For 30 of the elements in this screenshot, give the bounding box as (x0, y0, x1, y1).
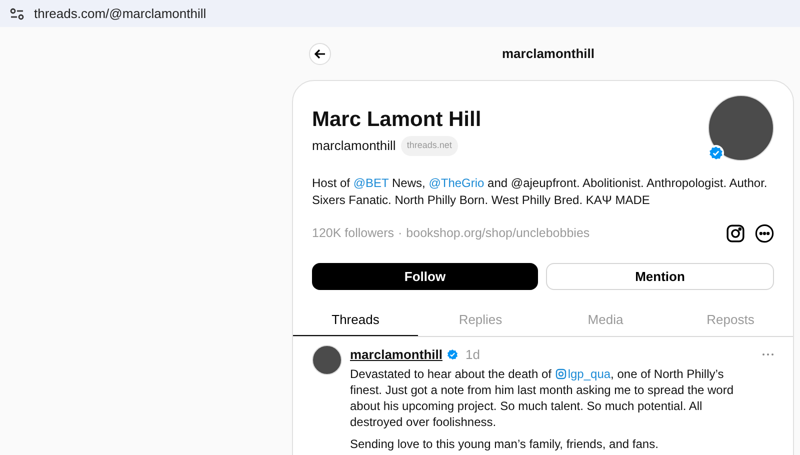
back-arrow-icon (314, 48, 326, 60)
separator-dot: · (398, 225, 402, 242)
mention-link[interactable]: lgp_qua (554, 366, 611, 382)
page-title: marclamonthill (502, 44, 594, 63)
follow-button[interactable]: Follow (312, 263, 538, 290)
more-options-icon[interactable] (755, 224, 774, 243)
avatar-placeholder (312, 345, 342, 375)
address-bar[interactable]: threads.com/@marclamonthill (0, 0, 800, 27)
profile-tab[interactable]: Reposts (668, 304, 793, 336)
followers-count[interactable]: 120K followers (312, 224, 394, 243)
profile-name: Marc Lamont Hill (312, 107, 482, 133)
mention-link[interactable]: @BET (353, 176, 389, 190)
post-text: Sending love to this young man’s family, friends, and fans. (350, 436, 660, 452)
profile-tab[interactable]: Replies (418, 304, 543, 336)
profile-link[interactable]: bookshop.org/shop/unclebobbies (406, 224, 590, 243)
instagram-icon (554, 368, 567, 380)
mention-link[interactable]: @TheGrio (428, 176, 484, 190)
site-settings-icon[interactable] (10, 8, 24, 20)
profile-bio: Host of @BET News, @TheGrio and @ajeupfront. Abolitionist. Anthropologist. Author. Sixers Fanatic. North Philly Born. West Philly Bred. ΚΑΨ MADE (312, 175, 768, 209)
post-username[interactable]: marclamonthill (350, 345, 442, 364)
profile-tab[interactable]: Media (543, 304, 668, 336)
back-button[interactable] (309, 42, 331, 64)
instagram-icon[interactable] (726, 224, 745, 243)
post-time: 1d (465, 346, 480, 364)
post-text: Devastated to hear about the death of lgp_qua, one of North Philly’s finest. Just got a note from him last month asking me to spread the word about his upcoming project. So much talent. So much potential. All destroyed over foolishness. (350, 366, 735, 430)
url-text: threads.com/@marclamonthill (34, 4, 206, 23)
mention-button[interactable]: Mention (546, 263, 774, 290)
profile-tab[interactable]: Threads (293, 304, 418, 336)
profile-username: marclamonthill (312, 137, 396, 155)
domain-badge[interactable]: threads.net (400, 136, 458, 156)
